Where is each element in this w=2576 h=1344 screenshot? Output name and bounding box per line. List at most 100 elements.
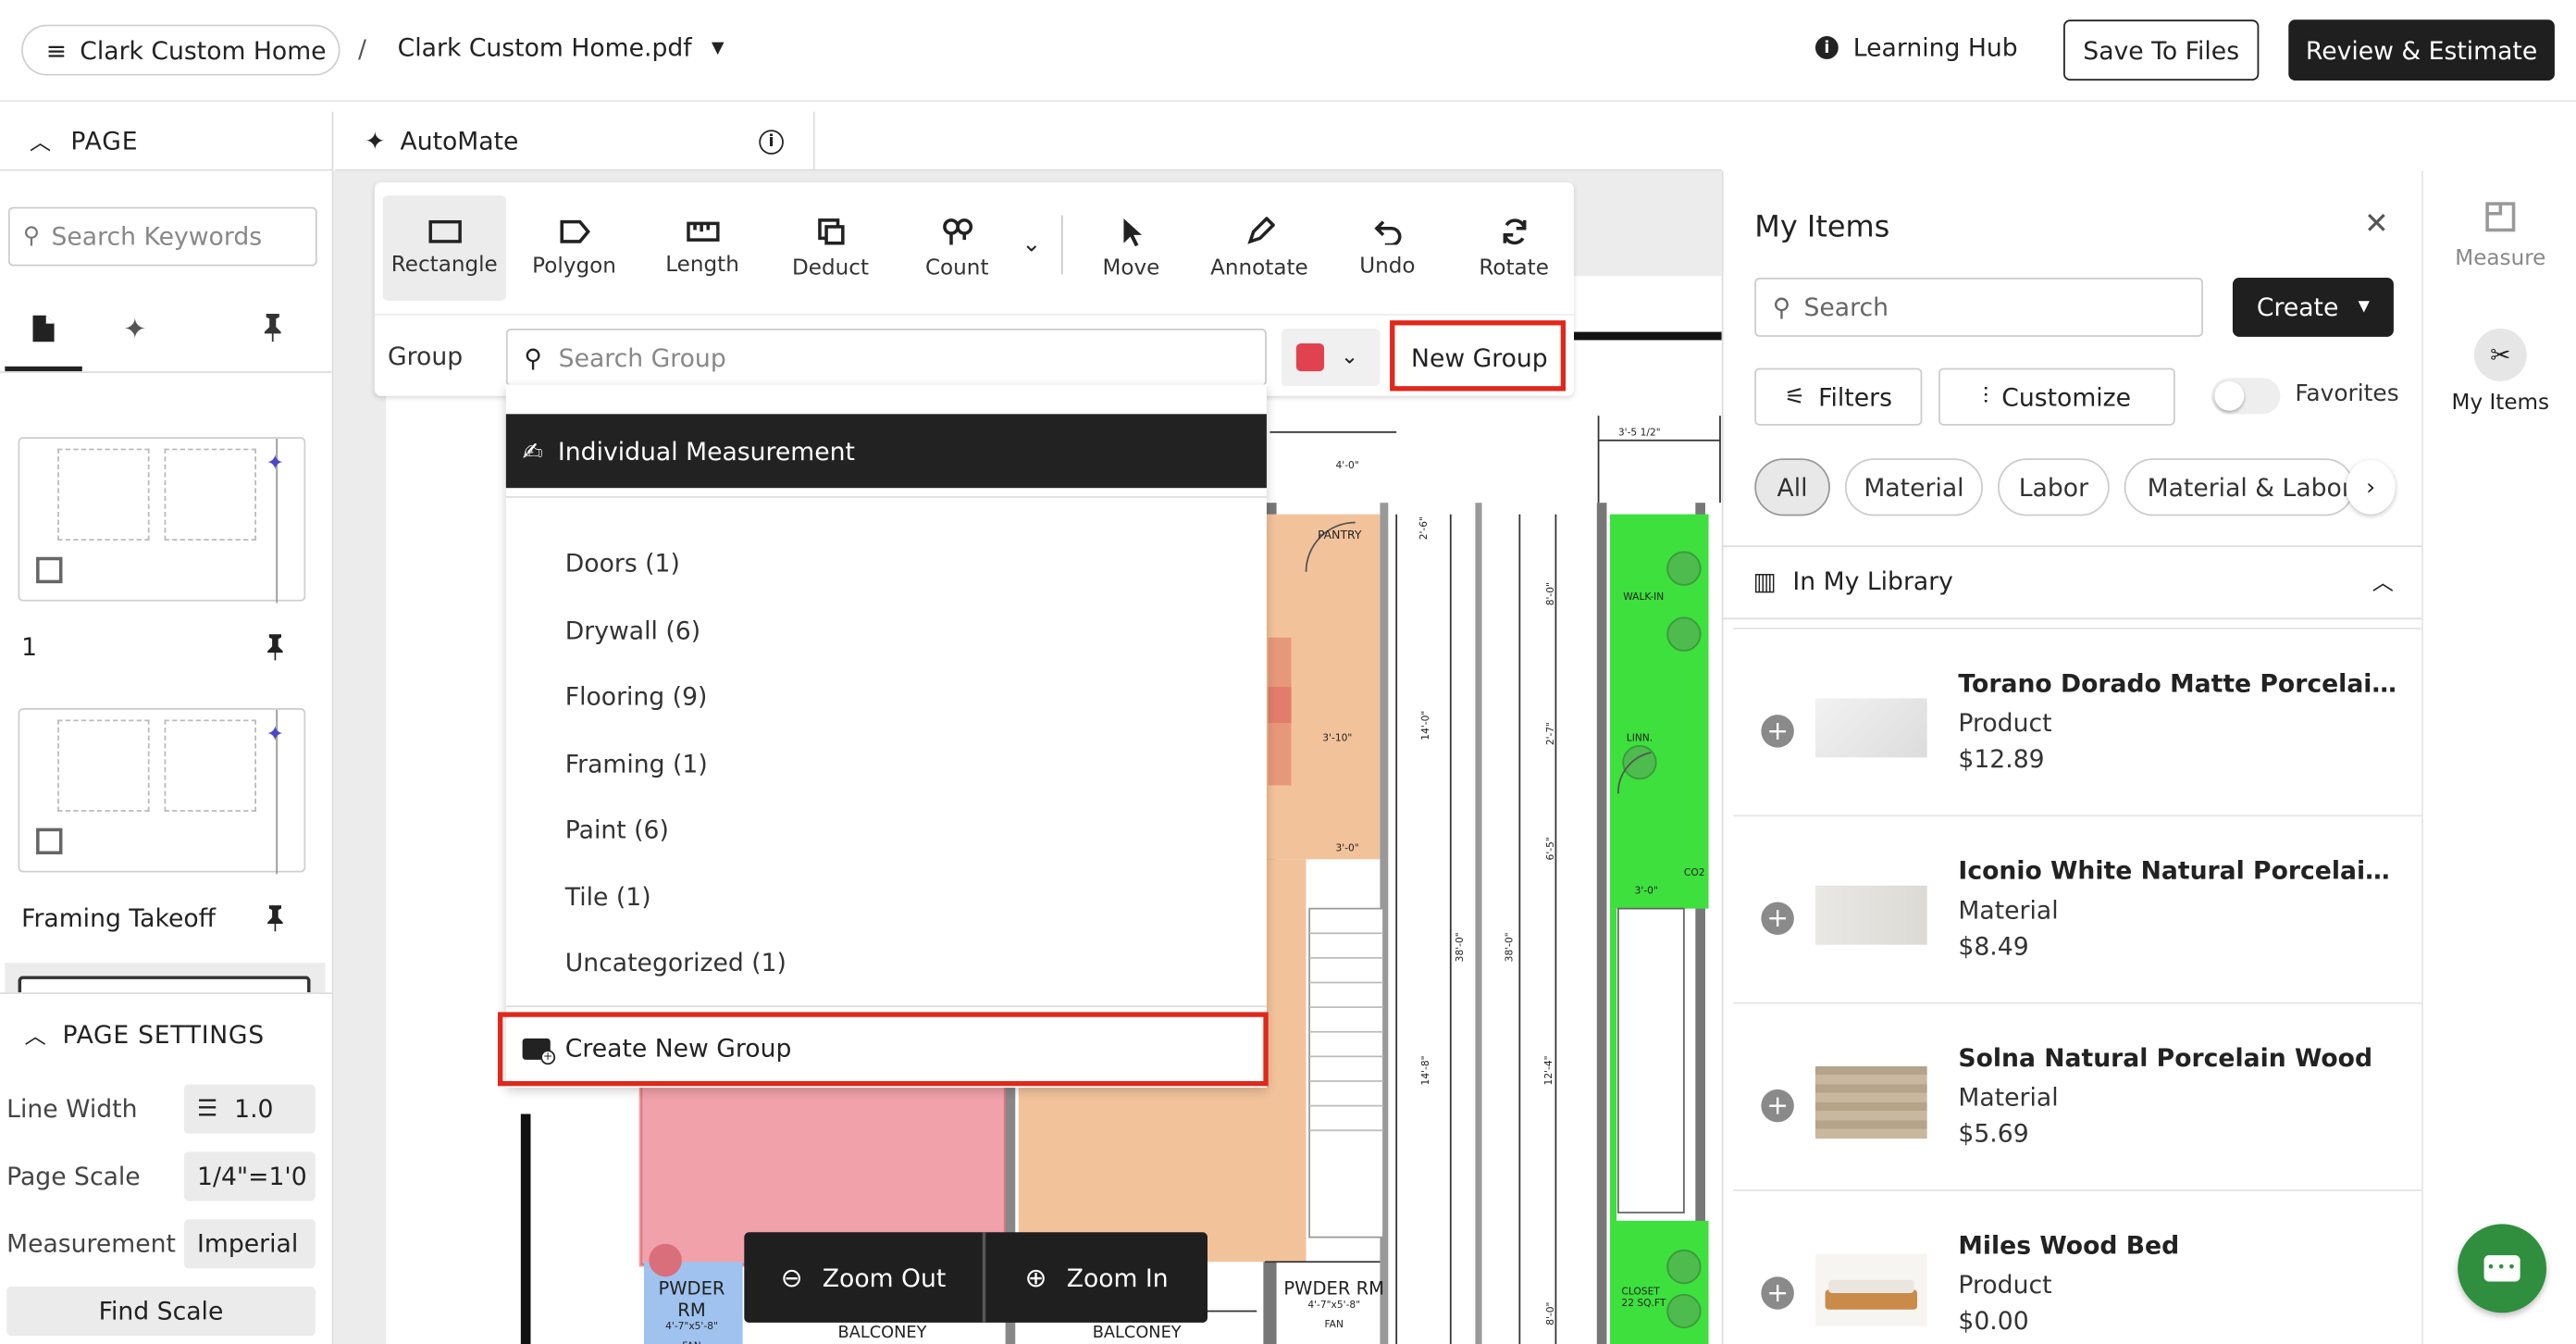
hand-pen-icon: ✍ — [522, 436, 543, 467]
page-section-toggle[interactable]: ︿ PAGE — [0, 111, 334, 171]
automate-label: AutoMate — [400, 125, 519, 156]
my-items-title: My Items — [1754, 210, 1890, 245]
library-item[interactable]: + Miles Wood Bed Product $0.00 — [1733, 1189, 2422, 1344]
search-icon: ⚲ — [22, 223, 41, 250]
close-icon[interactable]: ✕ — [2364, 207, 2389, 242]
page-thumbnail-3-partial[interactable] — [5, 963, 326, 993]
file-selector[interactable]: Clark Custom Home.pdf ▼ — [398, 33, 724, 63]
group-option[interactable]: Drywall (6) — [565, 616, 700, 646]
keyword-search-input[interactable]: ⚲ Search Keywords — [7, 206, 317, 267]
item-name: Torano Dorado Matte Porcelain Wall... — [1958, 668, 2405, 699]
tool-polygon[interactable]: Polygon — [513, 195, 636, 301]
tool-count[interactable]: Count — [896, 195, 1019, 301]
items-search-input[interactable]: ⚲ Search — [1754, 277, 2203, 337]
line-width-row: Line Width ☰ 1.0 — [6, 1084, 316, 1134]
line-width-select[interactable]: ☰ 1.0 — [183, 1084, 316, 1134]
plan-label-closet: CLOSET 22 SQ.FT — [1621, 1286, 1666, 1310]
item-price: $0.00 — [1958, 1306, 2029, 1337]
chip-labor[interactable]: Labor — [1998, 458, 2110, 516]
group-option[interactable]: Framing (1) — [565, 749, 708, 778]
tool-length[interactable]: Length — [640, 195, 763, 301]
undo-icon — [1373, 219, 1401, 244]
page-thumbnail-1[interactable]: ✦ — [18, 437, 306, 604]
zoom-in-icon: ⊕ — [1024, 1262, 1047, 1293]
tool-move[interactable]: Move — [1070, 195, 1193, 301]
tool-undo[interactable]: Undo — [1326, 195, 1449, 301]
chips-scroll-right-button[interactable]: › — [2346, 460, 2396, 515]
project-name: Clark Custom Home — [80, 35, 327, 66]
library-divider — [1723, 617, 2423, 620]
add-item-icon[interactable]: + — [1761, 1276, 1794, 1310]
individual-measurement-option[interactable]: ✍ Individual Measurement — [505, 414, 1267, 489]
breadcrumb-separator: / — [358, 34, 367, 65]
review-estimate-button[interactable]: Review & Estimate — [2288, 19, 2555, 81]
library-icon: ▥ — [1752, 566, 1777, 596]
color-swatch — [1295, 342, 1325, 372]
zoom-in-button[interactable]: ⊕ Zoom In — [985, 1232, 1208, 1323]
rail-measure-button[interactable]: Measure — [2423, 201, 2576, 300]
library-item[interactable]: + Solna Natural Porcelain Wood Material … — [1733, 1002, 2422, 1188]
library-item[interactable]: + Torano Dorado Matte Porcelain Wall... … — [1733, 628, 2422, 814]
measurement-select[interactable]: Imperial — [183, 1219, 316, 1269]
group-option[interactable]: Flooring (9) — [565, 682, 708, 712]
automate-tab[interactable]: ✦ AutoMate i — [335, 111, 815, 171]
plan-label-balcony-2: BALCONEY — [1092, 1324, 1182, 1343]
tab-automate[interactable]: ✦ — [123, 314, 146, 347]
rail-my-items-button[interactable]: ✂ My Items — [2423, 329, 2576, 428]
ruler-icon — [686, 220, 719, 242]
pin-icon[interactable] — [265, 632, 286, 661]
tool-deduct[interactable]: Deduct — [769, 195, 892, 301]
tool-label: Polygon — [532, 254, 616, 279]
group-option[interactable]: Tile (1) — [565, 882, 651, 912]
zoom-out-button[interactable]: ⊖ Zoom Out — [744, 1232, 986, 1323]
powder-room-dim: 4'-7"x5'-8" — [665, 1321, 718, 1333]
tool-rectangle[interactable]: Rectangle — [382, 195, 506, 301]
page-thumbnail-2[interactable]: ✦ — [18, 708, 306, 875]
favorites-label: Favorites — [2295, 380, 2399, 408]
customize-button[interactable]: ⫶ Customize — [1938, 367, 2175, 426]
add-item-icon[interactable]: + — [1761, 715, 1794, 748]
group-option[interactable]: Paint (6) — [565, 815, 669, 844]
chip-material-labor[interactable]: Material & Labor — [2124, 458, 2355, 516]
item-type: Product — [1958, 708, 2052, 739]
group-color-picker[interactable]: ⌄ — [1281, 329, 1381, 387]
group-option[interactable]: Doors (1) — [565, 549, 680, 579]
library-item[interactable]: + Iconio White Natural Porcelain Tile Ma… — [1733, 815, 2422, 1002]
favorites-toggle[interactable] — [2211, 378, 2281, 415]
learning-hub-link[interactable]: i Learning Hub — [1814, 33, 2018, 62]
find-scale-button[interactable]: Find Scale — [6, 1286, 316, 1337]
add-item-icon[interactable]: + — [1761, 902, 1794, 936]
filters-button[interactable]: ⚟ Filters — [1754, 367, 1923, 426]
more-tools-chevron-icon[interactable]: ⌄ — [1022, 231, 1041, 257]
group-search-input[interactable]: ⚲ Search Group — [505, 329, 1267, 387]
sliders-icon: ⫶ — [1982, 383, 1989, 410]
tool-rotate[interactable]: Rotate — [1453, 195, 1576, 301]
tab-pinned[interactable] — [261, 312, 284, 348]
zoom-in-label: Zoom In — [1066, 1263, 1169, 1293]
measure-icon — [2485, 202, 2516, 232]
chip-material[interactable]: Material — [1844, 458, 1984, 516]
chip-all[interactable]: All — [1754, 458, 1830, 516]
group-option[interactable]: Uncategorized (1) — [565, 948, 786, 977]
caret-down-icon: ▼ — [711, 38, 724, 57]
create-button[interactable]: Create ▼ — [2232, 277, 2394, 337]
page-settings-toggle[interactable]: ︿ PAGE SETTINGS — [25, 1019, 265, 1050]
pin-icon — [264, 314, 281, 342]
plan-label-balcony-1: BALCONEY — [837, 1324, 927, 1343]
save-to-files-button[interactable]: Save To Files — [2063, 19, 2260, 81]
info-outline-icon[interactable]: i — [759, 130, 784, 155]
tool-annotate[interactable]: Annotate — [1196, 195, 1323, 301]
tab-pages[interactable] — [5, 299, 82, 372]
add-item-icon[interactable]: + — [1761, 1089, 1794, 1123]
dropdown-divider — [505, 1005, 1267, 1008]
item-type: Material — [1958, 895, 2059, 926]
chat-button[interactable]: ••• — [2458, 1224, 2547, 1313]
project-menu-button[interactable]: ≡ Clark Custom Home — [21, 24, 341, 76]
in-my-library-toggle[interactable]: ▥ In My Library ︿ — [1752, 566, 2393, 597]
filters-label: Filters — [1818, 381, 1892, 412]
plan-dim-30b: 3'-0" — [1634, 885, 1658, 898]
page-section-title: PAGE — [70, 125, 139, 156]
tool-label: Deduct — [792, 255, 870, 280]
page-scale-select[interactable]: 1/4"=1'0 — [183, 1151, 316, 1201]
pin-icon[interactable] — [265, 903, 286, 932]
